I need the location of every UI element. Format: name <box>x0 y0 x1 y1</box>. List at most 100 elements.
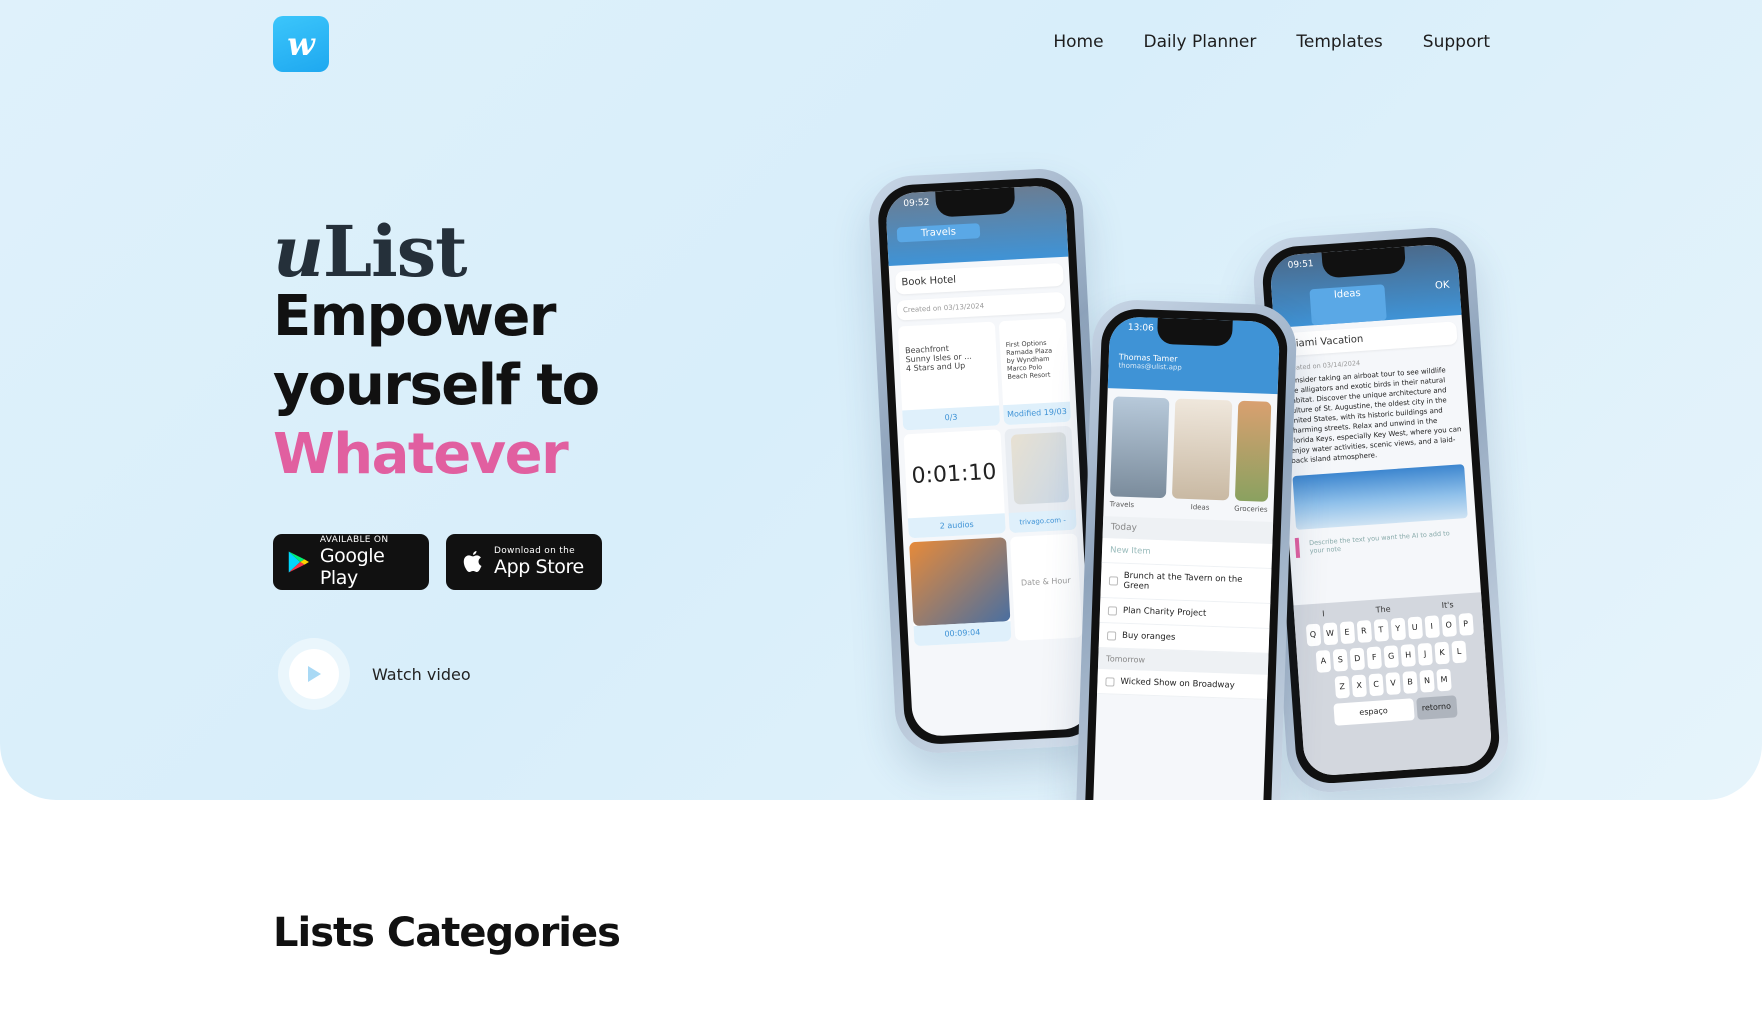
space-key[interactable]: espaço <box>1332 698 1415 726</box>
task-checkbox[interactable] <box>1108 575 1118 586</box>
key-n[interactable]: N <box>1419 669 1435 693</box>
hero-section: w Home Daily Planner Templates Support u… <box>0 0 1762 800</box>
watch-video-link[interactable]: Watch video <box>278 638 471 710</box>
nav-templates[interactable]: Templates <box>1296 32 1382 52</box>
google-play-small: AVAILABLE ON <box>319 535 389 545</box>
task-checkbox[interactable] <box>1106 630 1117 641</box>
key-d[interactable]: D <box>1349 647 1366 671</box>
google-play-button[interactable]: AVAILABLE ON Google Play <box>273 534 429 590</box>
suggestion[interactable]: It's <box>1441 600 1453 610</box>
key-k[interactable]: K <box>1434 641 1450 665</box>
suggestion[interactable]: I <box>1322 609 1325 618</box>
nav-daily-planner[interactable]: Daily Planner <box>1144 32 1257 52</box>
key-z[interactable]: Z <box>1334 675 1351 699</box>
category-label: Travels <box>1109 500 1135 510</box>
phone-notch <box>1156 317 1233 347</box>
task-label: Wicked Show on Broadway <box>1120 676 1235 691</box>
google-play-icon <box>288 551 309 573</box>
key-u[interactable]: U <box>1407 616 1423 640</box>
key-m[interactable]: M <box>1436 668 1452 692</box>
logo-letter: w <box>287 25 315 63</box>
checklist-count: 0/3 <box>902 405 1000 431</box>
category-groceries[interactable]: Groceries <box>1234 400 1272 514</box>
ok-button[interactable]: OK <box>1435 280 1452 317</box>
key-j[interactable]: J <box>1417 642 1433 666</box>
return-key[interactable]: retorno <box>1415 695 1458 720</box>
key-p[interactable]: P <box>1457 612 1474 636</box>
phone-mid-screen: 13:06 Thomas Tamer thomas@ulist.app Trav… <box>1083 307 1289 800</box>
nav-support[interactable]: Support <box>1423 32 1490 52</box>
phone-right-inner: 09:51 Ideas OK Miami Vacation Created on… <box>1269 243 1493 777</box>
hero-headline: Empower yourself to Whatever <box>273 282 693 489</box>
phone-notch <box>935 187 1016 218</box>
key-w[interactable]: W <box>1322 622 1338 646</box>
category-travels[interactable]: Travels <box>1110 396 1170 510</box>
ai-prompt[interactable]: Describe the text you want the AI to add… <box>1294 525 1472 559</box>
widget-grid: Beachfront Sunny Isles or ... 4 Stars an… <box>892 317 1089 647</box>
text-tile: First Options Ramada Plaza by Wyndham Ma… <box>998 317 1072 426</box>
category-cards: Travels Ideas Groceries <box>1103 388 1277 522</box>
key-s[interactable]: S <box>1332 648 1349 672</box>
option-text: First Options Ramada Plaza by Wyndham Ma… <box>1005 338 1053 381</box>
task-label: Brunch at the Tavern on the Green <box>1123 570 1243 592</box>
key-a[interactable]: A <box>1315 649 1332 673</box>
key-f[interactable]: F <box>1366 646 1383 670</box>
headline-line-2: yourself to <box>273 353 600 418</box>
tab-ideas: Ideas <box>1309 284 1387 326</box>
keyboard: I The It's QWERTYUIOP ASDFGHJKL ZXCVBNM … <box>1293 592 1493 777</box>
checklist-tile: Beachfront Sunny Isles or ... 4 Stars an… <box>897 321 1000 431</box>
play-icon <box>308 666 321 682</box>
status-time: 09:51 <box>1287 259 1314 271</box>
key-o[interactable]: O <box>1440 614 1457 638</box>
phone-left-inner: 09:52 Travels Book Hotel Created on 03/1… <box>884 184 1094 738</box>
app-store-small: Download on the <box>494 546 575 556</box>
app-store-button[interactable]: Download on the App Store <box>446 534 602 590</box>
ideas-photo <box>1172 398 1232 501</box>
created-date: Created on 03/13/2024 <box>896 291 1066 321</box>
key-v[interactable]: V <box>1385 672 1401 696</box>
lists-categories-title: Lists Categories <box>273 910 621 956</box>
phone-mid-inner: 13:06 Thomas Tamer thomas@ulist.app Trav… <box>1091 316 1281 800</box>
status-time: 13:06 <box>1127 322 1154 334</box>
task-label: Plan Charity Project <box>1122 605 1207 619</box>
task-row[interactable]: Wicked Show on Broadway <box>1097 668 1268 700</box>
key-q[interactable]: Q <box>1305 623 1321 647</box>
travels-photo <box>1109 396 1170 499</box>
category-ideas[interactable]: Ideas <box>1172 398 1232 513</box>
sky-image <box>1292 464 1468 530</box>
note-title-card: Book Hotel <box>894 262 1064 295</box>
key-x[interactable]: X <box>1351 674 1367 698</box>
ulist-logo[interactable]: w <box>273 16 329 72</box>
note-title: Book Hotel <box>901 274 957 289</box>
key-e[interactable]: E <box>1339 621 1355 645</box>
suggestion[interactable]: The <box>1375 605 1390 615</box>
nav-home[interactable]: Home <box>1053 32 1103 52</box>
audio-tile: 0:01:10 2 audios <box>903 429 1006 539</box>
key-g[interactable]: G <box>1383 645 1400 669</box>
video-duration: 00:09:04 <box>913 621 1012 647</box>
key-t[interactable]: T <box>1373 618 1389 642</box>
tab-travels: Travels <box>896 223 981 243</box>
wordmark-rest: List <box>322 210 468 293</box>
key-b[interactable]: B <box>1402 670 1418 694</box>
play-button[interactable] <box>278 638 350 710</box>
play-circle <box>289 649 339 699</box>
watch-video-label: Watch video <box>372 664 471 684</box>
key-y[interactable]: Y <box>1390 617 1406 641</box>
link-tile: trivago.com - Compa <box>1004 425 1077 546</box>
modified-date: 19/03 <box>1043 406 1068 418</box>
key-h[interactable]: H <box>1400 643 1416 667</box>
task-checkbox[interactable] <box>1105 676 1115 687</box>
date-tile: Date & Hour <box>1009 533 1083 641</box>
link-preview-image <box>1010 431 1070 505</box>
task-row[interactable]: Brunch at the Tavern on the Green <box>1100 563 1272 604</box>
key-r[interactable]: R <box>1356 620 1372 643</box>
key-i[interactable]: I <box>1424 615 1440 639</box>
note-title: Miami Vacation <box>1286 333 1364 351</box>
phone-left-screen: 09:52 Travels Book Hotel Created on 03/1… <box>876 176 1102 746</box>
phone-right-screen: 09:51 Ideas OK Miami Vacation Created on… <box>1260 234 1502 786</box>
task-checkbox[interactable] <box>1107 605 1118 616</box>
key-l[interactable]: L <box>1451 640 1467 664</box>
key-c[interactable]: C <box>1368 673 1384 697</box>
audio-count: 2 audios <box>907 513 1006 539</box>
